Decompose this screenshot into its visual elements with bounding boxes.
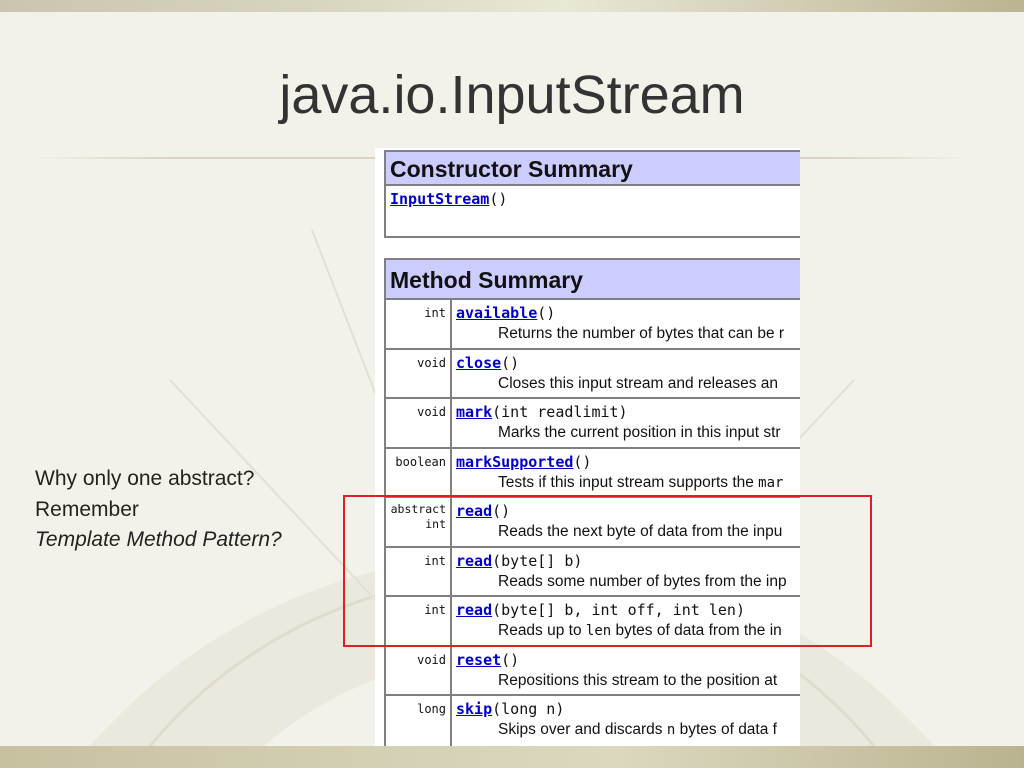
method-detail: mark(int readlimit) Marks the current pos… [452,399,800,447]
method-detail: reset() Repositions this stream to the po… [452,647,800,695]
method-link[interactable]: reset [456,651,501,669]
side-notes: Why only one abstract? Remember Template… [35,464,355,556]
method-description-text: Skips over and discards [498,721,667,738]
method-return-type: void [386,646,452,694]
method-link[interactable]: mark [456,403,492,421]
method-return-type: void [386,399,452,447]
method-row: int available() Returns the number of byte… [386,300,800,350]
method-description: Returns the number of bytes that can be … [456,325,800,343]
method-summary-header: Method Summary [386,260,800,300]
method-link[interactable]: skip [456,700,492,718]
method-description-text: Repositions this stream to the position … [498,671,778,689]
method-detail: skip(long n) Skips over and discards n by… [452,696,800,746]
method-params: () [537,304,556,322]
method-detail: markSupported() Tests if this input strea… [452,449,800,497]
method-row: long skip(long n) Skips over and discards … [386,696,800,746]
method-row: void reset() Repositions this stream to th… [386,646,800,696]
method-return-type: void [386,349,452,397]
constructor-row: InputStream() [386,186,800,234]
method-row: boolean markSupported() Tests if this inpu… [386,448,800,498]
method-description: Closes this input stream and releases an [456,375,800,393]
method-row: void mark(int readlimit) Marks the current… [386,399,800,449]
method-params: (int readlimit) [492,403,628,421]
method-description-text: Returns the number of bytes that can be … [498,325,785,342]
method-detail: close() Closes this input stream and rele… [452,350,800,398]
method-return-type: long [386,696,452,746]
method-params: (long n) [492,700,565,718]
method-params: () [501,353,520,372]
highlight-box [343,495,872,647]
slide-title: java.io.InputStream [279,65,745,125]
method-description-text: Tests if this input stream supports the [498,473,759,491]
method-description-text: Marks the current position in this input… [498,424,781,441]
constructor-summary-header: Constructor Summary [386,152,800,186]
method-description: Skips over and discards n bytes of data … [456,721,800,739]
bottom-decor-band [0,746,1024,768]
method-description: Marks the current position in this input… [456,424,800,442]
method-description-text: Closes this input stream and releases an [498,374,779,392]
method-params: () [573,452,592,471]
method-params: () [501,650,520,669]
method-detail: available() Returns the number of bytes t… [452,300,800,348]
method-link[interactable]: markSupported [456,453,573,471]
note-line-3: Template Method Pattern? [35,528,282,551]
method-description-text-after: bytes of data f [675,721,777,738]
method-description: Tests if this input stream supports the … [456,474,800,492]
method-return-type: int [386,300,452,348]
method-row: void close() Closes this input stream and … [386,349,800,399]
constructor-link[interactable]: InputStream [390,190,489,208]
method-description: Repositions this stream to the position … [456,672,800,690]
constructor-params: () [489,190,508,208]
method-description-code: mar [758,474,784,491]
top-decor-band [0,0,1024,12]
constructor-summary-table: Constructor Summary InputStream() [384,150,800,238]
note-line-2: Remember [35,497,139,521]
method-link[interactable]: available [456,304,537,322]
javadoc-screenshot: Constructor Summary InputStream() Method… [375,148,800,758]
method-link[interactable]: close [456,354,501,372]
method-return-type: boolean [386,448,452,496]
note-line-1: Why only one abstract? [35,467,255,490]
